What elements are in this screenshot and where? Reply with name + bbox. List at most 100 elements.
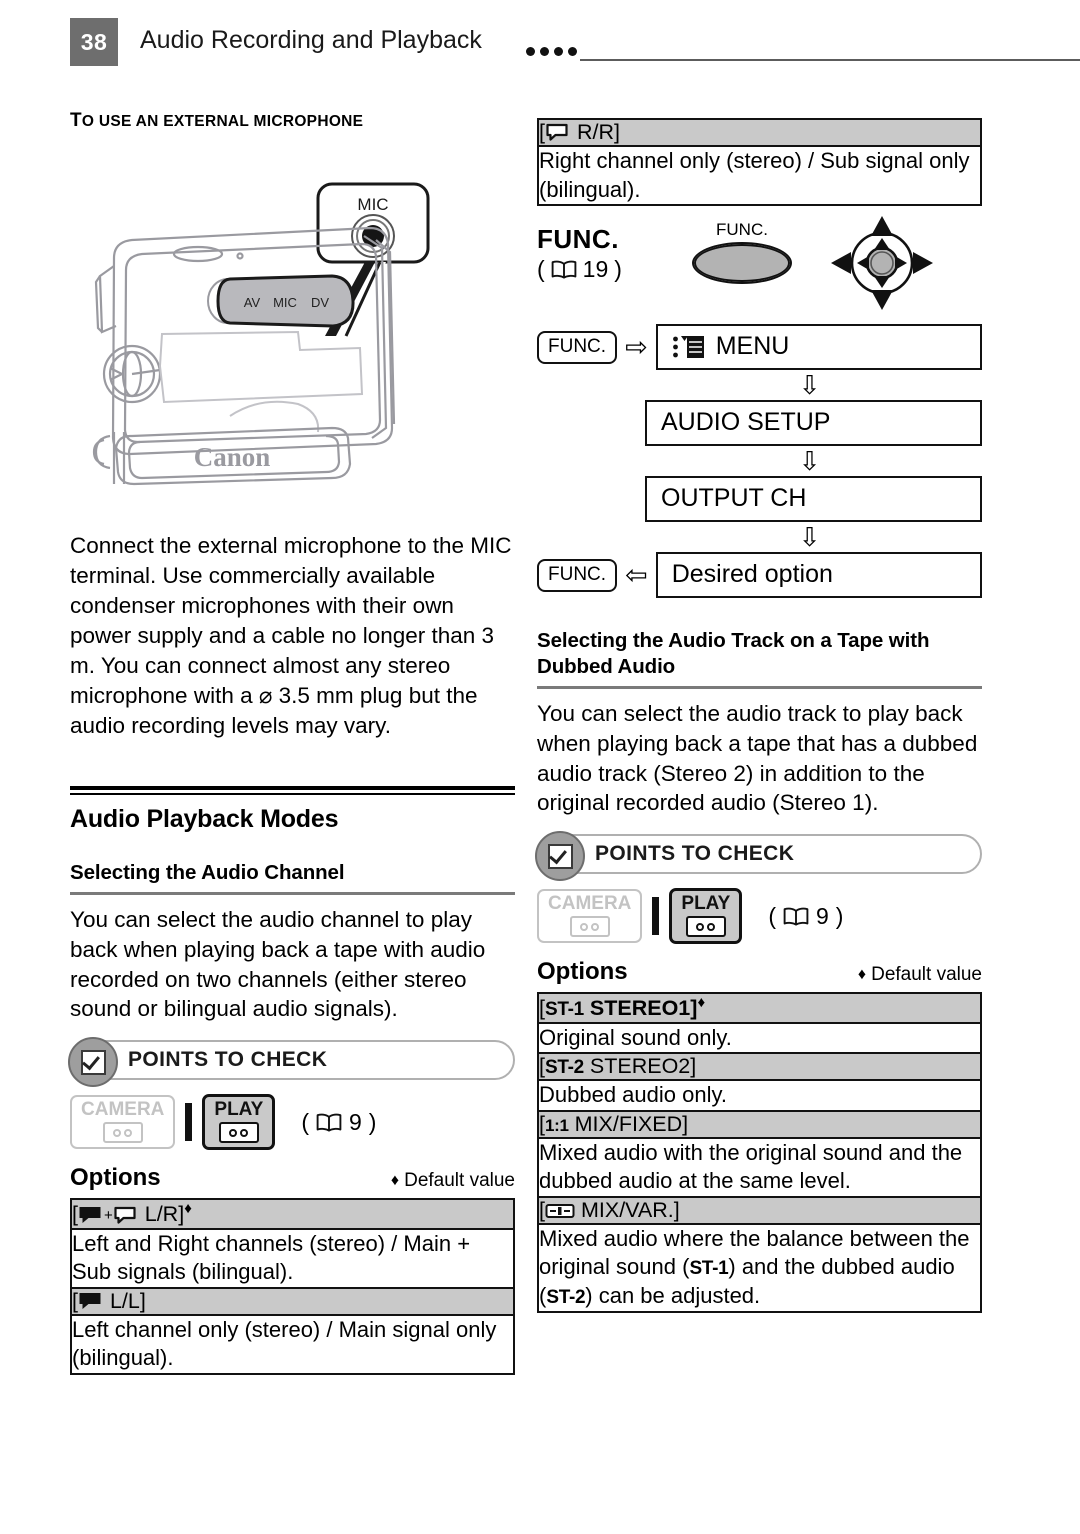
options-row-right: Options ♦ Default value (537, 958, 982, 986)
func-title: FUNC. (537, 224, 619, 255)
arrow-right-icon: ⇨ (625, 331, 648, 362)
func-key-button[interactable]: FUNC. (537, 558, 618, 592)
table-row: [ST-2 STEREO2] (537, 1052, 982, 1082)
flow-step-2: AUDIO SETUP (537, 400, 982, 447)
audio-track-body: You can select the audio track to play b… (537, 700, 978, 816)
arrow-down-icon: ⇩ (798, 370, 821, 401)
page-reference-number: 9 (816, 902, 829, 929)
default-value-text: Default value (404, 1170, 515, 1192)
speaker-filled-icon (78, 1205, 104, 1225)
default-value-text: Default value (871, 964, 982, 986)
option-key-text: STEREO1] (589, 996, 698, 1021)
option-key-text: L/R (144, 1202, 179, 1227)
tape-icon (218, 1122, 259, 1144)
table-row: [ L/L] (70, 1286, 515, 1316)
mode-label-play: PLAY (214, 1099, 264, 1121)
option-key-rr: [ R/R] (537, 118, 982, 147)
mode-badge-play: PLAY (202, 1094, 276, 1151)
mode-badges-right: CAMERA PLAY ( 9) (537, 888, 982, 945)
option-key-ll: [ L/L] (70, 1286, 515, 1316)
mode-divider (185, 1103, 193, 1142)
left-column: TO USE AN EXTERNAL MICROPHONE MIC AV MIC… (68, 110, 515, 1375)
st2-badge: ST-2 (546, 1287, 586, 1309)
option-key-text: STEREO2] (589, 1054, 697, 1079)
table-row: Left channel only (stereo) / Main signal… (70, 1313, 515, 1375)
st1-badge: ST-1 (689, 1258, 729, 1280)
arrow-down-icon: ⇩ (798, 522, 821, 553)
option-key-text: L/L (109, 1288, 140, 1313)
svg-text:DV: DV (311, 295, 329, 310)
tape-icon (569, 916, 610, 938)
arrow-down-icon: ⇩ (798, 446, 821, 477)
default-marker: ♦ (390, 1172, 400, 1190)
book-icon (783, 907, 809, 926)
page-header: 38 Audio Recording and Playback (70, 18, 1080, 66)
mode-label-play: PLAY (681, 893, 731, 915)
page-number: 38 (70, 18, 118, 66)
svg-text:MIC: MIC (357, 195, 388, 214)
option-key-text: MIX/FIXED] (574, 1111, 689, 1136)
mode-badges-left: CAMERA PLAY ( 9) (70, 1094, 515, 1151)
external-mic-heading: TO USE AN EXTERNAL MICROPHONE (70, 110, 364, 131)
page-title: Audio Recording and Playback (140, 26, 482, 54)
output-ch-box[interactable]: OUTPUT CH (645, 476, 982, 523)
st2-badge: ST-2 (544, 1057, 584, 1079)
audio-channel-body: You can select the audio channel to play… (70, 906, 486, 1022)
page-reference-number: 9 (349, 1108, 362, 1135)
table-row: Dubbed audio only. (537, 1079, 982, 1112)
page-reference-left: ( 9) (301, 1108, 377, 1135)
checkbox-circle-icon (68, 1037, 118, 1088)
audio-channel-options-table-continued: [ R/R] Right channel only (stereo) / Sub… (537, 118, 982, 207)
arrow-left-icon: ⇦ (625, 559, 648, 590)
func-button-illustration: FUNC. (687, 220, 797, 285)
option-key-text: MIX/VAR.] (580, 1197, 680, 1222)
option-key-stereo1: [ST-1 STEREO1]♦ (537, 992, 982, 1024)
flow-step-1: FUNC. ⇨ MENU (537, 324, 982, 371)
option-key-mixvar: [ MIX/VAR.] (537, 1195, 982, 1225)
option-value-rr: Right channel only (stereo) / Sub signal… (537, 144, 982, 207)
mode-badge-camera: CAMERA (537, 889, 643, 944)
points-to-check-box-right: POINTS TO CHECK (535, 831, 982, 882)
audio-setup-box[interactable]: AUDIO SETUP (645, 400, 982, 447)
table-row: Left and Right channels (stereo) / Main … (70, 1227, 515, 1289)
book-icon (551, 260, 577, 279)
points-to-check-box-left: POINTS TO CHECK (68, 1037, 515, 1088)
checkbox-circle-icon (535, 831, 585, 882)
mode-badge-play: PLAY (669, 888, 743, 945)
subsection-rule (70, 891, 515, 895)
options-row-left: Options ♦ Default value (70, 1164, 515, 1192)
menu-navigation-flow: FUNC. ⇨ MENU ⇩ AUDIO SETUP ⇩ OUTPUT CH ⇩… (537, 324, 982, 599)
header-dots (526, 47, 577, 56)
speaker-outline-icon (545, 122, 571, 142)
subsection-title-audio-track: Selecting the Audio Track on a Tape with… (537, 629, 930, 679)
right-column: [ R/R] Right channel only (stereo) / Sub… (535, 118, 982, 1313)
points-to-check-label: POINTS TO CHECK (595, 842, 795, 866)
audio-channel-options-table: [+ L/R]♦ Left and Right channels (stereo… (70, 1198, 515, 1375)
func-button-shape (692, 242, 792, 285)
func-key-button[interactable]: FUNC. (537, 330, 618, 364)
mix-slider-icon (545, 1202, 575, 1220)
table-row: [1:1 MIX/FIXED] (537, 1109, 982, 1139)
camcorder-illustration: MIC AV MIC DV Canon (70, 136, 515, 531)
default-marker: ♦ (184, 1200, 192, 1218)
book-icon (316, 1113, 342, 1132)
desired-option-box[interactable]: Desired option (655, 552, 982, 599)
option-key-mixfixed: [1:1 MIX/FIXED] (537, 1109, 982, 1139)
mode-badge-camera: CAMERA (70, 1095, 176, 1150)
table-row: [ MIX/VAR.] (537, 1195, 982, 1225)
func-page-reference: ( 19) (537, 256, 622, 283)
default-marker: ♦ (697, 994, 706, 1012)
option-value-mixfixed: Mixed audio with the original sound and … (537, 1136, 982, 1198)
menu-box[interactable]: MENU (655, 324, 982, 371)
subsection-title-audio-channel: Selecting the Audio Channel (70, 861, 345, 885)
page-reference-right: ( 9) (768, 902, 844, 929)
svg-text:MIC: MIC (273, 295, 297, 310)
table-row: [ R/R] (537, 118, 982, 147)
table-row: Mixed audio where the balance between th… (537, 1222, 982, 1313)
subsection-rule (537, 685, 982, 689)
option-key-text: R/R (576, 120, 614, 144)
section-divider (70, 786, 515, 796)
option-value-lr: Left and Right channels (stereo) / Main … (70, 1227, 515, 1289)
func-block: FUNC. ( 19) FUNC. (537, 216, 982, 320)
tape-icon (102, 1122, 143, 1144)
